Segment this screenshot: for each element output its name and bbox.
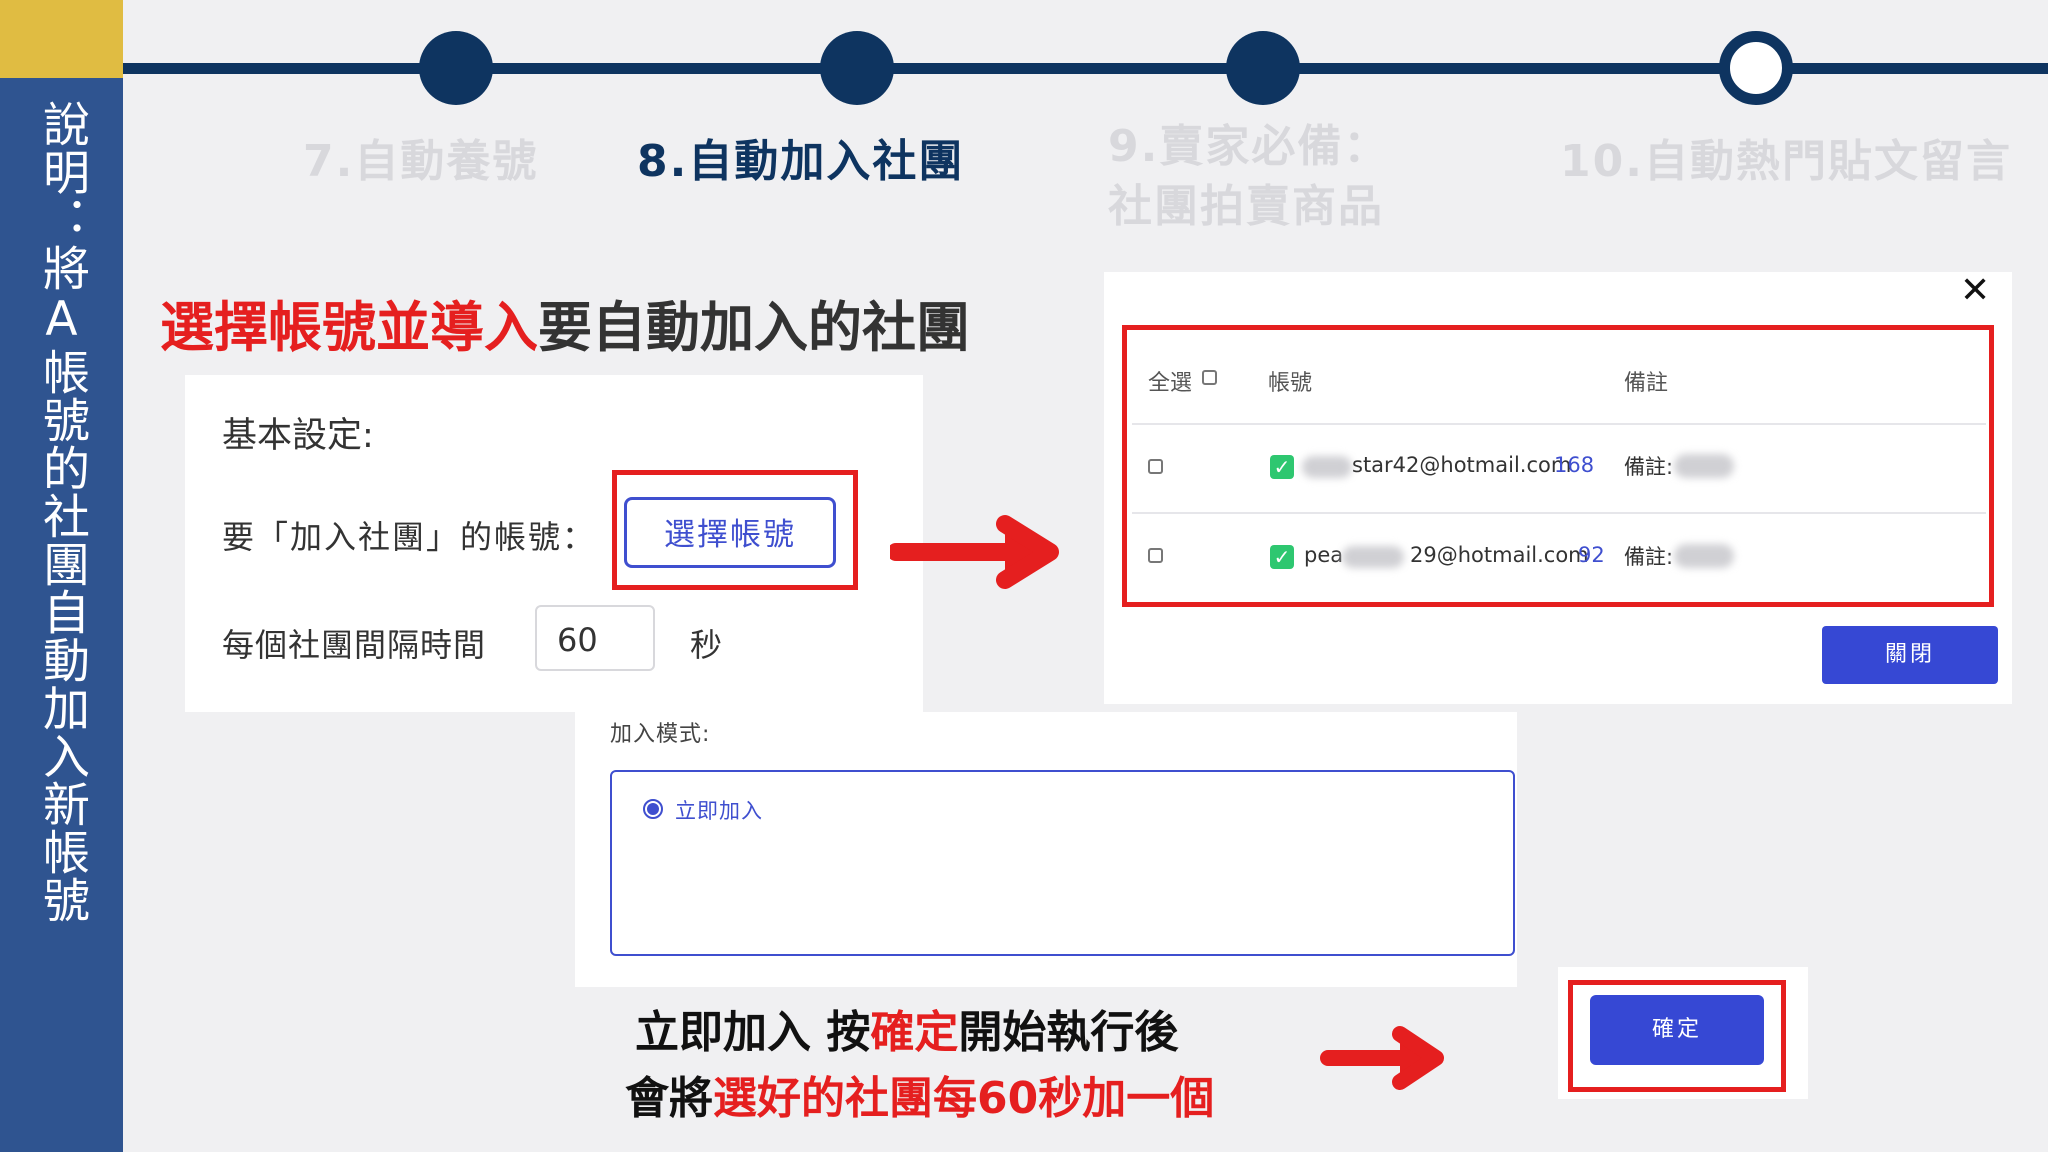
redacted-email-middle: [1342, 546, 1404, 568]
interval-input[interactable]: 60: [535, 605, 655, 671]
header-account: 帳號: [1268, 371, 1313, 396]
join-immediately-option[interactable]: 立即加入: [675, 795, 763, 825]
confirm-button[interactable]: 確定: [1590, 995, 1764, 1065]
dialog-close-button[interactable]: 關閉: [1822, 626, 1998, 684]
checked-checkbox-icon[interactable]: ✓: [1270, 455, 1294, 479]
instruction-line-2: 會將選好的社團每60秒加一個: [625, 1062, 1214, 1126]
header-note: 備註: [1624, 371, 1669, 396]
instruction-text: 會將: [625, 1073, 713, 1124]
step-label-8: 8.自動加入社團: [637, 136, 965, 187]
interval-label: 每個社團間隔時間: [222, 626, 487, 664]
instruction-highlight: 選好的社團每60秒加一個: [713, 1073, 1215, 1124]
headline-black: 要自動加入的社團: [538, 296, 970, 359]
instruction-highlight: 確定: [870, 1007, 959, 1058]
row-checkbox[interactable]: [1148, 459, 1163, 474]
headline: 選擇帳號並導入要自動加入的社團: [160, 283, 970, 362]
headline-red: 選擇帳號並導入: [160, 296, 538, 359]
step-node-8: [820, 31, 894, 105]
step-label-10: 10.自動熱門貼文留言: [1560, 136, 2012, 187]
note-label: 備註:: [1624, 455, 1674, 479]
group-count: 168: [1554, 453, 1595, 477]
join-mode-label: 加入模式:: [610, 722, 711, 747]
seconds-label: 秒: [690, 626, 723, 664]
select-account-button[interactable]: 選擇帳號: [624, 497, 836, 568]
checked-checkbox-icon[interactable]: ✓: [1270, 545, 1294, 569]
group-count: 92: [1578, 543, 1605, 567]
account-email-suffix: 29@hotmail.com: [1410, 543, 1589, 567]
arrow-to-confirm: [1320, 1026, 1444, 1090]
settings-title: 基本設定:: [222, 416, 374, 456]
row-divider: [1132, 423, 1986, 425]
row-checkbox[interactable]: [1148, 548, 1163, 563]
arrow-to-dialog: [890, 515, 1059, 589]
instruction-line-1: 立即加入 按確定開始執行後: [635, 996, 1178, 1060]
radio-selected-dot: [647, 803, 659, 815]
note-label: 備註:: [1624, 545, 1674, 569]
redacted-email-prefix: [1302, 456, 1352, 478]
select-all-checkbox[interactable]: [1202, 370, 1217, 385]
instruction-text: 立即加入 按: [635, 1007, 871, 1058]
step-label-9-line1: 9.賣家必備：: [1108, 121, 1390, 172]
corner-accent: [0, 0, 123, 78]
account-label: 要「加入社團」的帳號：: [222, 518, 597, 556]
step-label-7: 7.自動養號: [303, 136, 539, 187]
account-email: star42@hotmail.com: [1352, 453, 1572, 477]
step-node-10: [1719, 31, 1793, 105]
step-label-9-line2: 社團拍賣商品: [1108, 181, 1384, 232]
redacted-note: [1674, 454, 1734, 478]
redacted-note: [1674, 544, 1734, 568]
step-node-9: [1226, 31, 1300, 105]
step-node-7: [419, 31, 493, 105]
dialog-close-icon[interactable]: ✕: [1960, 270, 1990, 311]
sidebar-caption: 說明：將A帳號的社團自動加入新帳號: [34, 100, 89, 924]
row-divider: [1132, 512, 1986, 514]
instruction-text: 開始執行後: [958, 1007, 1179, 1058]
account-email-prefix: pea: [1304, 543, 1344, 567]
header-select-all: 全選: [1148, 371, 1193, 396]
